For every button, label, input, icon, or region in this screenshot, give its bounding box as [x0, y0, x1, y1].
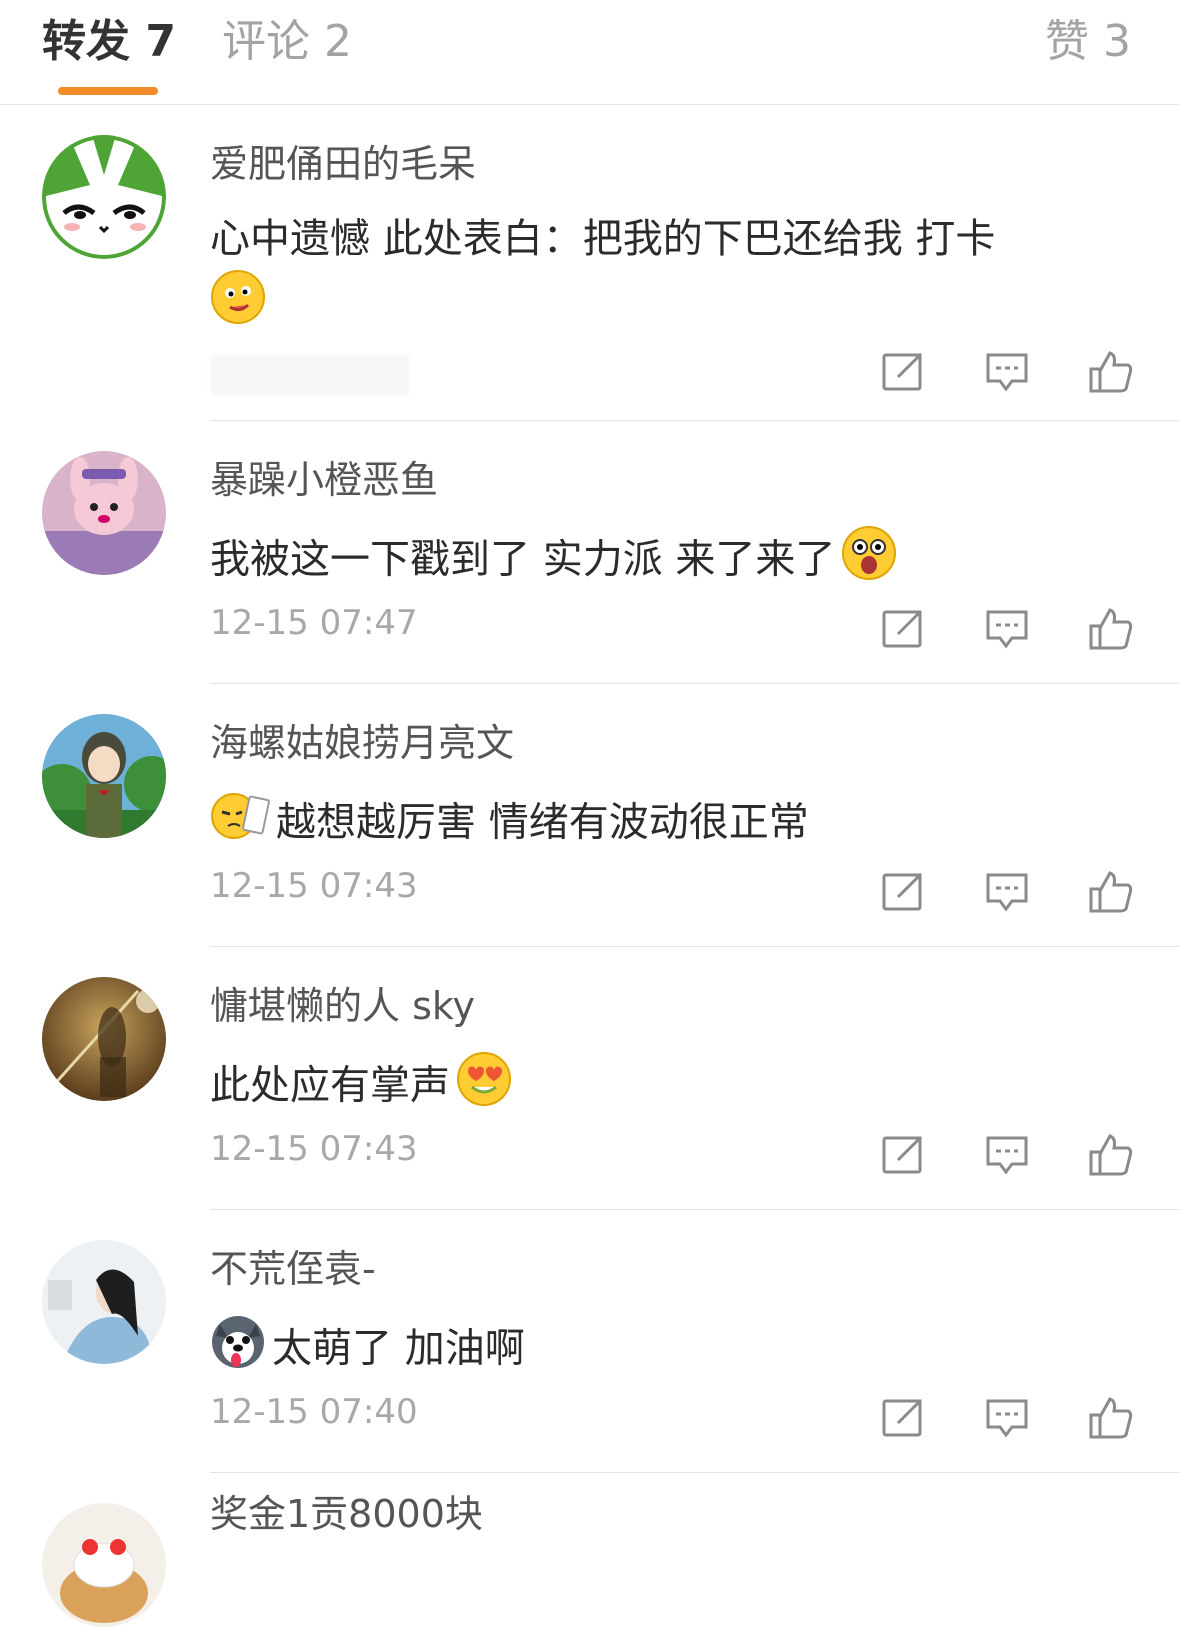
repost-text-body: 我被这一下戳到了 实力派 来了来了	[210, 536, 836, 583]
repost-text: 心中遗憾 此处表白：把我的下巴还给我 打卡	[210, 209, 1110, 342]
comment-icon[interactable]	[984, 1132, 1030, 1178]
list-item: 暴躁小橙恶鱼 我被这一下戳到了 实力派 来了来了 12-15 07:47	[0, 421, 1179, 684]
avatar[interactable]	[42, 135, 166, 259]
action-bar	[880, 869, 1134, 915]
repost-text: 此处应有掌声	[210, 1051, 1110, 1124]
active-tab-indicator	[58, 87, 158, 95]
face-with-ticket-emoji	[210, 788, 270, 861]
repost-text: 太萌了 加油啊	[210, 1314, 1110, 1387]
list-item: 慵堪懒的人 sky 此处应有掌声 12-15 07:43	[0, 947, 1179, 1210]
timestamp: 12-15 07:47	[210, 603, 418, 643]
list-item: 爱肥俑田的毛呆 心中遗憾 此处表白：把我的下巴还给我 打卡	[0, 105, 1179, 421]
avatar[interactable]	[42, 977, 166, 1101]
comment-icon[interactable]	[984, 869, 1030, 915]
husky-dog-emoji	[210, 1314, 266, 1387]
username[interactable]: 慵堪懒的人 sky	[210, 981, 475, 1031]
thumbs-up-icon[interactable]	[1088, 606, 1134, 652]
username[interactable]: 不荒侄袁-	[210, 1244, 376, 1294]
username[interactable]: 奖金1贡8000块	[210, 1489, 483, 1539]
repost-icon[interactable]	[880, 1132, 926, 1178]
repost-icon[interactable]	[880, 869, 926, 915]
thumbs-up-icon[interactable]	[1088, 349, 1134, 395]
comment-icon[interactable]	[984, 1395, 1030, 1441]
drooling-face-emoji	[210, 269, 266, 342]
heart-eyes-emoji	[456, 1051, 512, 1124]
list-item: 海螺姑娘捞月亮文 越想越厉害 情绪有波动很正常 12-15 07:43	[0, 684, 1179, 947]
avatar[interactable]	[42, 451, 166, 575]
timestamp: 12-15 07:43	[210, 866, 418, 906]
action-bar	[880, 606, 1134, 652]
repost-list: 爱肥俑田的毛呆 心中遗憾 此处表白：把我的下巴还给我 打卡 暴躁小橙恶鱼 我被这…	[0, 105, 1179, 1627]
thumbs-up-icon[interactable]	[1088, 869, 1134, 915]
tab-bar: 转发 7 评论 2 赞 3	[0, 0, 1179, 105]
repost-text-body: 心中遗憾 此处表白：把我的下巴还给我 打卡	[210, 216, 996, 262]
tab-reposts[interactable]: 转发 7	[42, 14, 176, 70]
avatar[interactable]	[42, 714, 166, 838]
repost-icon[interactable]	[880, 349, 926, 395]
username[interactable]: 爱肥俑田的毛呆	[210, 139, 476, 189]
repost-icon[interactable]	[880, 606, 926, 652]
comment-icon[interactable]	[984, 349, 1030, 395]
list-item: 不荒侄袁- 太萌了 加油啊 12-15 07:40	[0, 1210, 1179, 1473]
repost-text: 我被这一下戳到了 实力派 来了来了	[210, 525, 1110, 598]
repost-text-body: 越想越厉害 情绪有波动很正常	[276, 799, 809, 846]
avatar[interactable]	[42, 1503, 166, 1627]
list-item: 奖金1贡8000块	[0, 1473, 1179, 1627]
timestamp: 12-15 07:43	[210, 1129, 418, 1169]
thumbs-up-icon[interactable]	[1088, 1395, 1134, 1441]
username[interactable]: 海螺姑娘捞月亮文	[210, 718, 514, 768]
username[interactable]: 暴躁小橙恶鱼	[210, 455, 438, 505]
avatar[interactable]	[42, 1240, 166, 1364]
repost-text-body: 太萌了 加油啊	[272, 1325, 525, 1372]
repost-icon[interactable]	[880, 1395, 926, 1441]
thumbs-up-icon[interactable]	[1088, 1132, 1134, 1178]
timestamp: 12-15 07:40	[210, 1392, 418, 1432]
repost-text: 越想越厉害 情绪有波动很正常	[210, 788, 1110, 861]
repost-text-body: 此处应有掌声	[210, 1062, 450, 1109]
action-bar	[880, 1395, 1134, 1441]
comment-icon[interactable]	[984, 606, 1030, 652]
action-bar	[880, 349, 1134, 395]
action-bar	[880, 1132, 1134, 1178]
excited-face-emoji	[841, 525, 897, 598]
tab-comments[interactable]: 评论 2	[222, 14, 352, 70]
tab-likes[interactable]: 赞 3	[1045, 14, 1131, 70]
timestamp-blurred	[210, 355, 410, 395]
